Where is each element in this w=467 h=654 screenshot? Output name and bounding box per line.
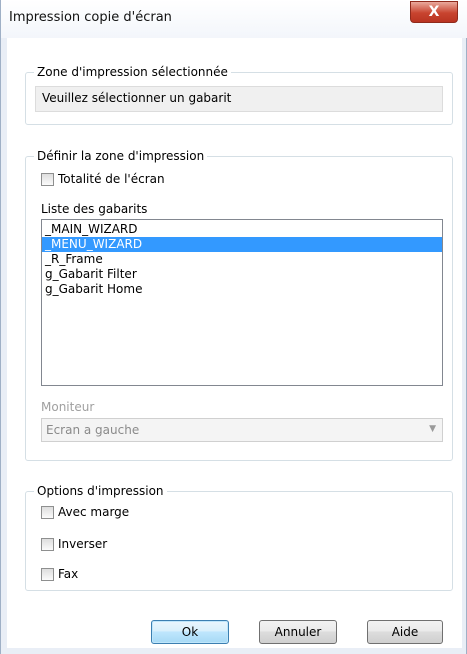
close-button[interactable]: X <box>410 1 458 23</box>
window-title: Impression copie d'écran <box>9 10 172 25</box>
selected-zone-legend: Zone d'impression sélectionnée <box>34 65 231 79</box>
title-bar[interactable]: Impression copie d'écran X <box>1 0 467 38</box>
selected-zone-value: Veuillez sélectionner un gabarit <box>35 86 443 112</box>
list-item[interactable]: g_Gabarit Home <box>42 282 442 297</box>
ok-button[interactable]: Ok <box>151 620 229 644</box>
invert-label: Inverser <box>58 537 108 551</box>
full-screen-label: Totalité de l'écran <box>58 172 165 186</box>
fax-label: Fax <box>58 567 79 581</box>
chevron-down-icon: ▼ <box>429 424 436 434</box>
templates-list-label: Liste des gabarits <box>41 202 148 216</box>
list-item[interactable]: _R_Frame <box>42 252 442 267</box>
monitor-select-value: Ecran a gauche <box>46 423 140 437</box>
margin-checkbox[interactable] <box>41 505 54 519</box>
print-screenshot-dialog: Impression copie d'écran X Zone d'impres… <box>0 0 467 654</box>
invert-checkbox[interactable] <box>41 537 54 551</box>
margin-label: Avec marge <box>58 505 130 519</box>
full-screen-checkbox[interactable] <box>41 172 54 186</box>
list-item[interactable]: _MAIN_WIZARD <box>42 222 442 237</box>
define-zone-legend: Définir la zone d'impression <box>34 149 208 163</box>
close-icon: X <box>428 4 440 20</box>
templates-listbox[interactable]: _MAIN_WIZARD _MENU_WIZARD _R_Frame g_Gab… <box>41 219 443 386</box>
monitor-select[interactable]: Ecran a gauche ▼ <box>41 418 443 442</box>
cancel-button[interactable]: Annuler <box>259 620 337 644</box>
fax-option[interactable]: Fax <box>41 567 78 581</box>
help-button[interactable]: Aide <box>367 620 443 644</box>
full-screen-option[interactable]: Totalité de l'écran <box>41 172 165 186</box>
invert-option[interactable]: Inverser <box>41 537 107 551</box>
list-item[interactable]: g_Gabarit Filter <box>42 267 442 282</box>
list-item-selected[interactable]: _MENU_WIZARD <box>42 237 442 252</box>
fax-checkbox[interactable] <box>41 567 54 581</box>
margin-option[interactable]: Avec marge <box>41 505 129 519</box>
monitor-label: Moniteur <box>41 400 95 414</box>
print-options-legend: Options d'impression <box>34 484 167 498</box>
